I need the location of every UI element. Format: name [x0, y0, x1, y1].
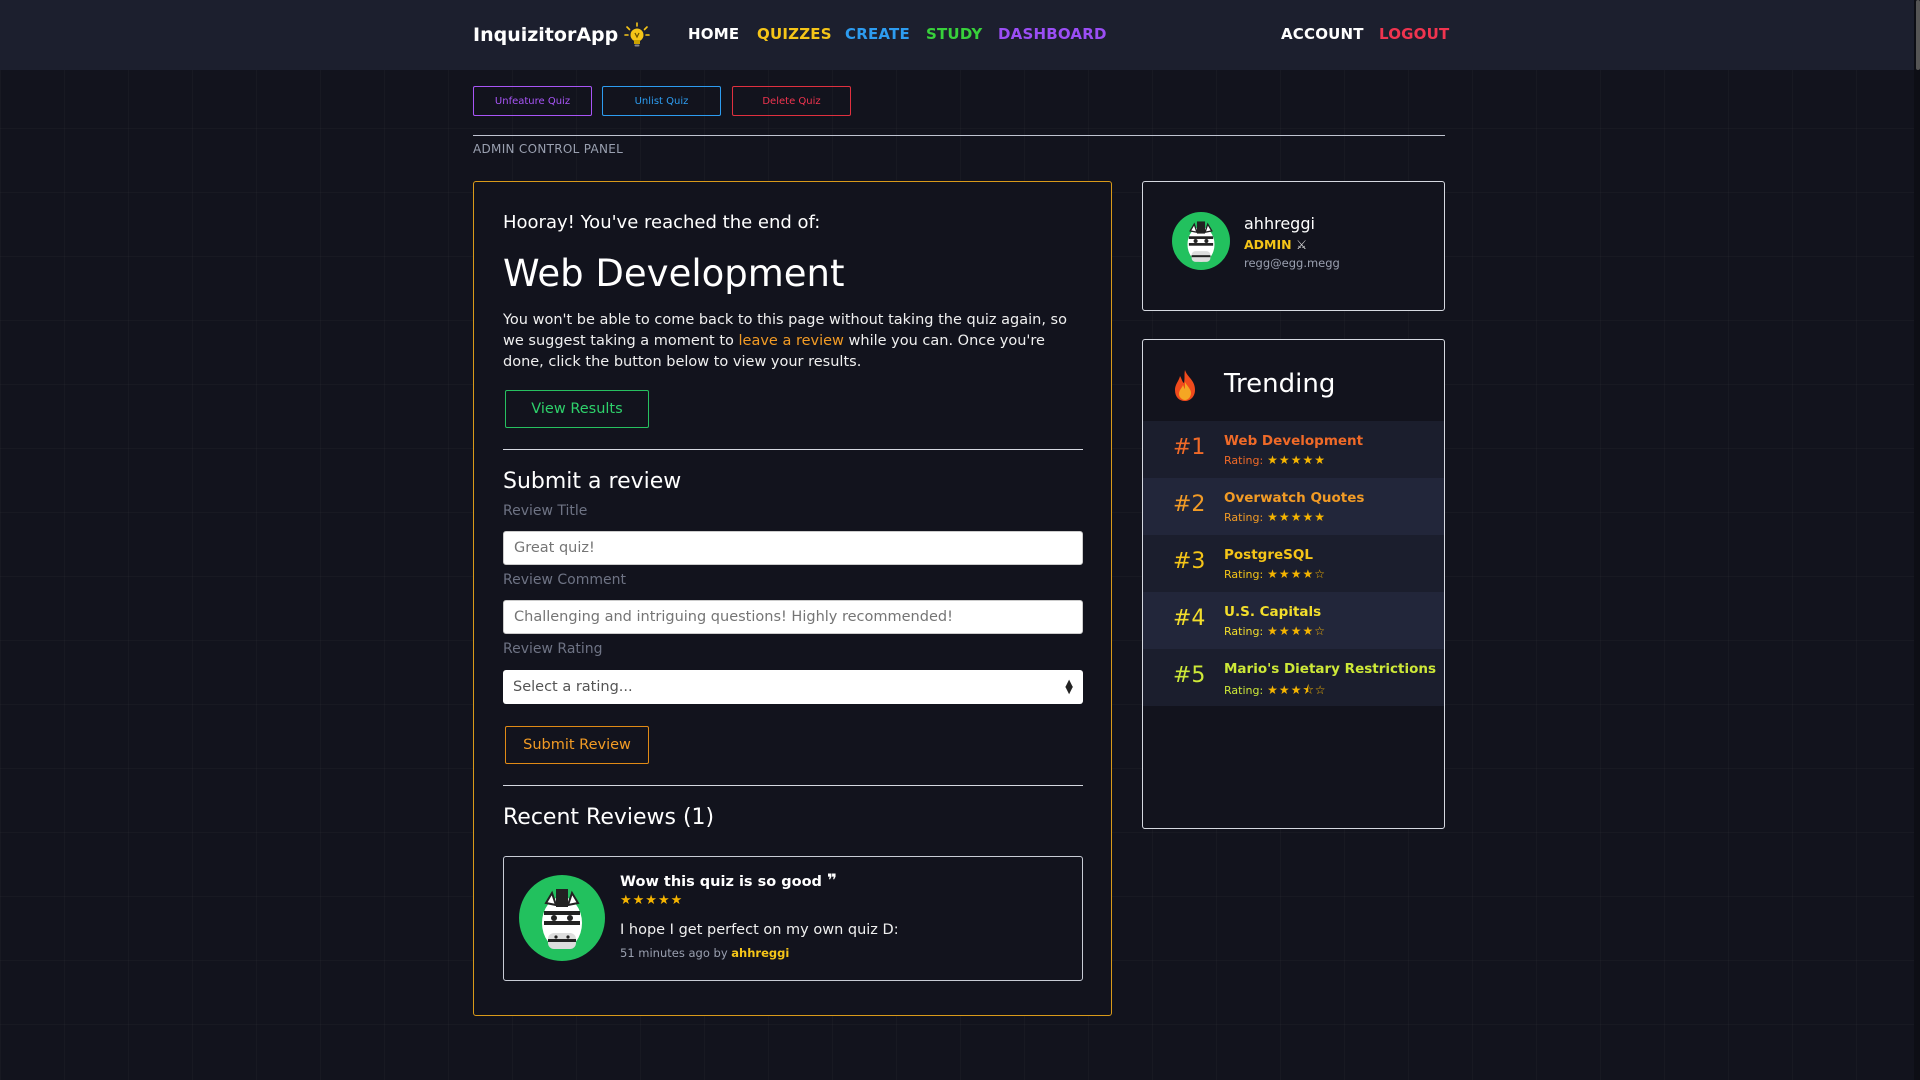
- view-results-button[interactable]: View Results: [505, 390, 649, 428]
- review-rating-label: Review Rating: [503, 641, 603, 657]
- trending-rank: #5: [1173, 663, 1206, 688]
- trending-item[interactable]: #1 Web Development Rating: ★★★★★: [1143, 421, 1444, 478]
- scrollbar-thumb[interactable]: [1916, 0, 1920, 70]
- section-divider-2: [503, 785, 1083, 786]
- rating-label: Rating:: [1224, 511, 1264, 524]
- crossed-swords-icon: ⚔: [1295, 237, 1308, 252]
- rating-label: Rating:: [1224, 625, 1264, 638]
- trending-card: Trending #1 Web Development Rating: ★★★★★…: [1142, 339, 1445, 829]
- trending-quiz-name[interactable]: Overwatch Quotes: [1224, 490, 1364, 506]
- trending-heading: Trending: [1224, 369, 1336, 399]
- delete-quiz-button[interactable]: Delete Quiz: [732, 86, 851, 116]
- nav-study[interactable]: STUDY: [926, 25, 982, 43]
- review-item: Wow this quiz is so good ❞ ★★★★★ I hope …: [503, 856, 1083, 981]
- rating-select-value: Select a rating...: [513, 679, 633, 695]
- review-rating-select[interactable]: Select a rating... ▲ ▼: [503, 670, 1083, 704]
- trending-rating: Rating: ★★★★☆: [1224, 624, 1326, 638]
- rating-stars: ★★★★☆: [1267, 624, 1326, 638]
- review-comment-label: Review Comment: [503, 572, 626, 588]
- nav-quizzes[interactable]: QUIZZES: [757, 25, 832, 43]
- unfeature-quiz-button[interactable]: Unfeature Quiz: [473, 86, 592, 116]
- reviewer-avatar: [519, 875, 605, 961]
- brand-logo[interactable]: InquizitorApp: [473, 22, 651, 48]
- trending-rank: #4: [1173, 606, 1206, 631]
- review-title-input[interactable]: [503, 531, 1083, 565]
- quote-icon: ❞: [826, 871, 837, 891]
- rating-stars: ★★★★★: [1267, 510, 1326, 524]
- trending-rating: Rating: ★★★★★: [1224, 453, 1326, 467]
- trending-rating: Rating: ★★★⯪☆: [1224, 681, 1327, 702]
- nav-logout[interactable]: LOGOUT: [1379, 25, 1449, 43]
- review-comment-input[interactable]: [503, 600, 1083, 634]
- leave-review-link[interactable]: leave a review: [739, 333, 844, 349]
- review-title: Wow this quiz is so good ❞: [620, 871, 837, 891]
- nav-create[interactable]: CREATE: [845, 25, 910, 43]
- unlist-quiz-button[interactable]: Unlist Quiz: [602, 86, 721, 116]
- nav-dashboard[interactable]: DASHBOARD: [998, 25, 1107, 43]
- submit-review-heading: Submit a review: [503, 469, 682, 494]
- rating-stars: ★★★⯪☆: [1267, 683, 1327, 697]
- admin-divider: [473, 135, 1445, 136]
- trending-rank: #2: [1173, 492, 1206, 517]
- profile-card: ahhreggi ADMIN ⚔ regg@egg.megg: [1142, 181, 1445, 311]
- select-arrows-icon: ▲ ▼: [1065, 678, 1073, 696]
- fire-icon: [1175, 370, 1195, 401]
- review-title-label: Review Title: [503, 503, 588, 519]
- trending-item[interactable]: #4 U.S. Capitals Rating: ★★★★☆: [1143, 592, 1444, 649]
- admin-panel-label: ADMIN CONTROL PANEL: [473, 142, 624, 156]
- review-time: 51 minutes ago by: [620, 946, 728, 960]
- nav-home[interactable]: HOME: [688, 25, 739, 43]
- quiz-title: Web Development: [503, 252, 845, 295]
- trending-item[interactable]: #3 PostgreSQL Rating: ★★★★☆: [1143, 535, 1444, 592]
- trending-quiz-name[interactable]: Mario's Dietary Restrictions: [1224, 661, 1436, 677]
- trending-item[interactable]: #2 Overwatch Quotes Rating: ★★★★★: [1143, 478, 1444, 535]
- page-scrollbar[interactable]: [1914, 0, 1920, 1080]
- trending-rating: Rating: ★★★★★: [1224, 510, 1326, 524]
- submit-review-button[interactable]: Submit Review: [505, 726, 649, 764]
- top-navbar: InquizitorApp HOME QUIZZES CREATE STUDY …: [0, 0, 1920, 70]
- profile-avatar[interactable]: [1172, 212, 1230, 270]
- trending-quiz-name[interactable]: Web Development: [1224, 433, 1363, 449]
- trending-item[interactable]: #5 Mario's Dietary Restrictions Rating: ★…: [1143, 649, 1444, 706]
- recent-reviews-heading: Recent Reviews (1): [503, 805, 715, 830]
- role-badge: ADMIN: [1244, 237, 1292, 252]
- rating-label: Rating:: [1224, 568, 1264, 581]
- rating-stars: ★★★★★: [1267, 453, 1326, 467]
- end-message: Hooray! You've reached the end of:: [503, 212, 821, 233]
- profile-username[interactable]: ahhreggi: [1244, 214, 1315, 233]
- brand-name[interactable]: InquizitorApp: [473, 24, 618, 46]
- review-author-link[interactable]: ahhreggi: [731, 946, 789, 960]
- trending-rank: #3: [1173, 549, 1206, 574]
- review-comment: I hope I get perfect on my own quiz D:: [620, 922, 899, 938]
- zebra-icon: [1187, 221, 1215, 262]
- rating-label: Rating:: [1224, 684, 1264, 697]
- review-title-text: Wow this quiz is so good: [620, 874, 822, 890]
- rating-stars: ★★★★☆: [1267, 567, 1326, 581]
- quiz-end-card: Hooray! You've reached the end of: Web D…: [473, 181, 1112, 1016]
- profile-email: regg@egg.megg: [1244, 256, 1340, 270]
- trending-quiz-name[interactable]: PostgreSQL: [1224, 547, 1313, 563]
- trending-rating: Rating: ★★★★☆: [1224, 567, 1326, 581]
- end-instructions: You won't be able to come back to this p…: [503, 310, 1088, 373]
- review-stars: ★★★★★: [620, 893, 684, 908]
- section-divider: [503, 449, 1083, 450]
- review-meta: 51 minutes ago by ahhreggi: [620, 946, 789, 960]
- rating-label: Rating:: [1224, 454, 1264, 467]
- trending-quiz-name[interactable]: U.S. Capitals: [1224, 604, 1321, 620]
- profile-role: ADMIN ⚔: [1244, 237, 1307, 252]
- nav-account[interactable]: ACCOUNT: [1281, 25, 1364, 43]
- trending-rank: #1: [1173, 435, 1206, 460]
- lightbulb-icon: [624, 22, 651, 47]
- zebra-icon: [542, 889, 582, 949]
